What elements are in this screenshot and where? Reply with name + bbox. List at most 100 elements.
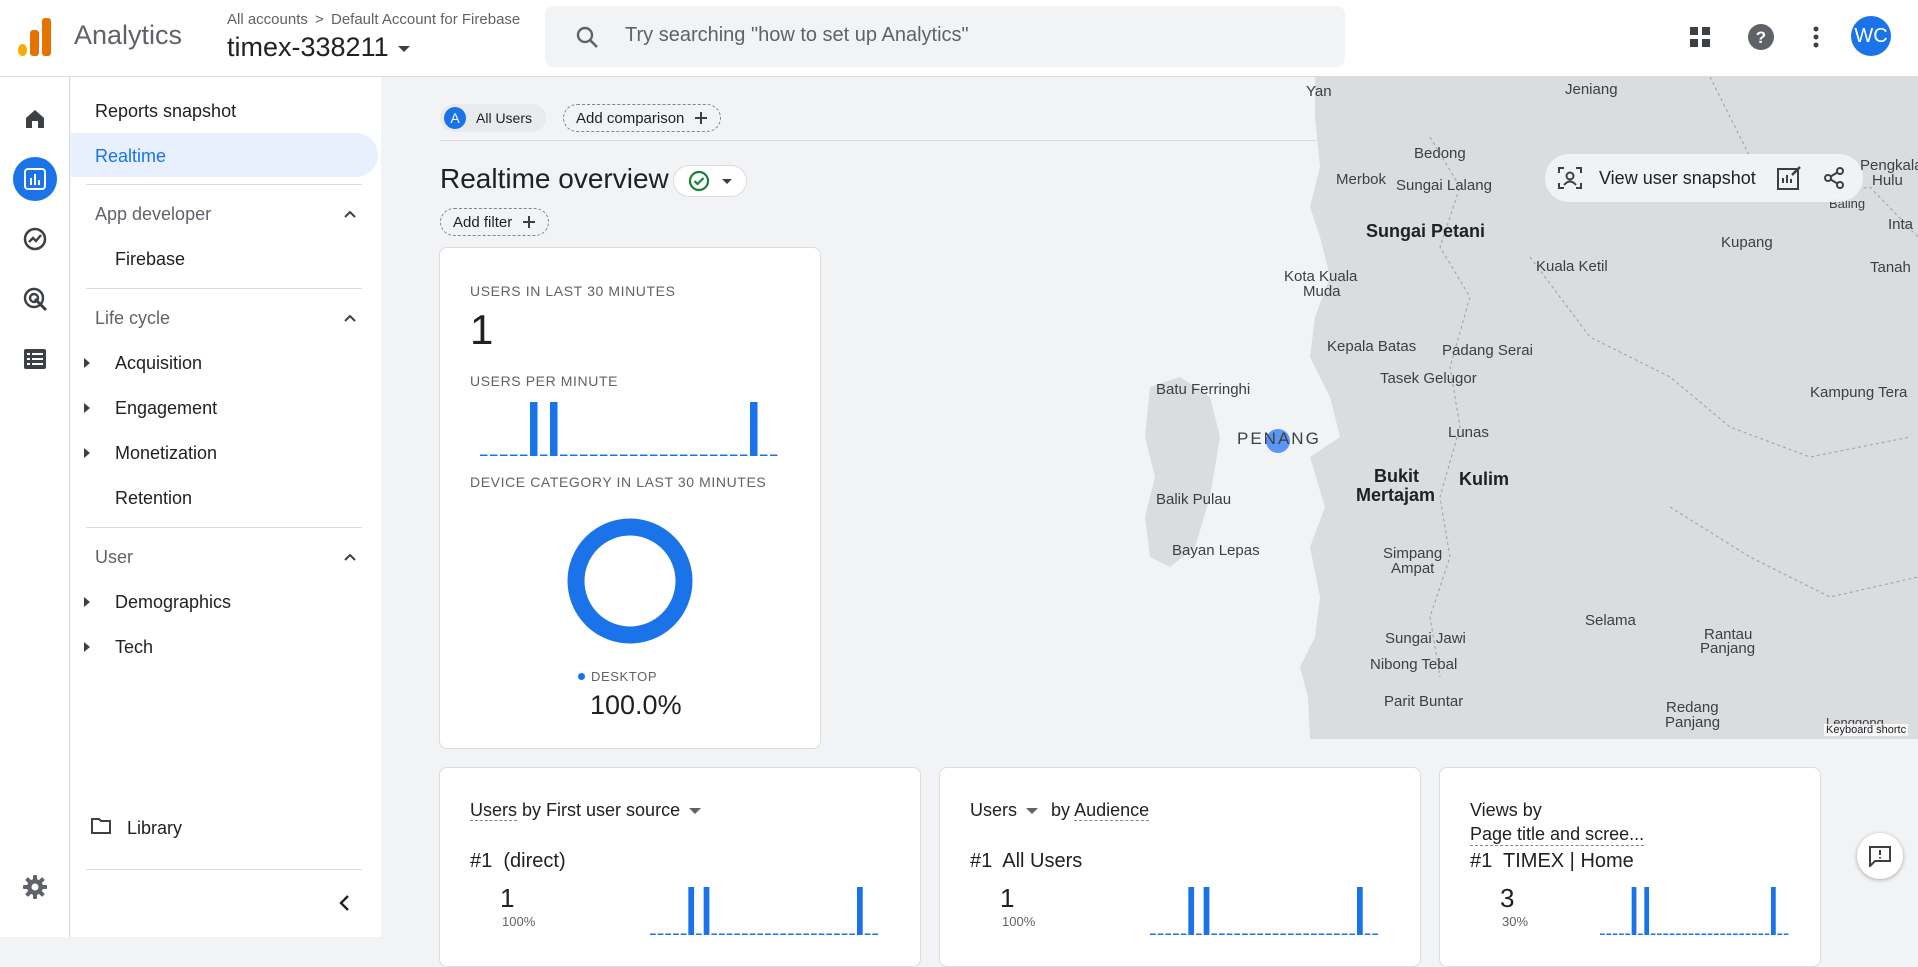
bar-minute-7[interactable] [540,454,548,457]
bar-minute-7[interactable] [696,933,702,936]
bar-minute-25[interactable] [834,933,840,936]
bar-minute-20[interactable] [795,933,802,936]
caret-down-icon[interactable] [689,808,702,815]
bar-minute-24[interactable] [826,933,833,936]
bar-minute-8[interactable] [1203,887,1210,935]
search-bar[interactable]: Try searching "how to set up Analytics" [545,6,1345,67]
nav-section-app-developer[interactable]: App developer [95,204,211,225]
nav-engagement[interactable]: Engagement [115,398,217,419]
user-snapshot-icon[interactable] [1557,166,1583,190]
bar-minute-28[interactable] [750,402,758,456]
bar-minute-16[interactable] [630,454,638,457]
bar-minute-7[interactable] [1638,933,1643,936]
bar-minute-11[interactable] [580,454,588,457]
expand-arrow-icon[interactable] [84,448,90,458]
bar-minute-30[interactable] [770,454,778,457]
metric-selector[interactable]: Users [970,800,1017,820]
nav-acquisition[interactable]: Acquisition [115,353,202,374]
bar-minute-29[interactable] [760,454,768,457]
bar-minute-4[interactable] [673,933,679,936]
bar-minute-2[interactable] [1606,933,1612,936]
dimension-selector[interactable]: by First user source [522,800,680,820]
caret-down-icon[interactable] [1026,808,1039,815]
bar-minute-14[interactable] [749,933,756,936]
bar-minute-18[interactable] [1280,933,1287,936]
add-comparison-button[interactable]: Add comparison [563,104,722,132]
keyboard-shortcuts-link[interactable]: Keyboard shortc [1824,724,1909,736]
chevron-up-icon[interactable] [342,549,358,565]
advertising-icon[interactable] [15,279,55,319]
bar-minute-28[interactable] [857,887,863,935]
bar-minute-9[interactable] [560,454,568,457]
nav-reports-snapshot[interactable]: Reports snapshot [95,101,236,122]
nav-library[interactable]: Library [127,818,182,839]
device-donut-chart[interactable] [565,516,695,646]
bar-minute-13[interactable] [742,933,748,936]
bar-minute-15[interactable] [757,933,764,936]
bar-minute-10[interactable] [1219,933,1225,936]
bar-minute-24[interactable] [710,454,718,457]
bar-minute-15[interactable] [1257,933,1264,936]
bar-minute-22[interactable] [1311,933,1317,936]
bar-minute-27[interactable] [1349,933,1356,936]
feedback-button[interactable] [1857,833,1903,879]
bar-minute-30[interactable] [1372,933,1379,936]
nav-tech[interactable]: Tech [115,637,153,658]
bar-minute-11[interactable] [1663,933,1669,936]
bar-minute-25[interactable] [1334,933,1340,936]
nav-monetization[interactable]: Monetization [115,443,217,464]
mini-bar-chart[interactable] [1600,885,1790,937]
bar-minute-12[interactable] [1234,933,1241,936]
metric-selector[interactable]: Users [470,800,518,821]
avatar[interactable]: WC [1851,16,1891,56]
bar-minute-29[interactable] [1777,933,1783,936]
nav-section-user[interactable]: User [95,547,133,568]
bar-minute-3[interactable] [665,933,672,936]
bar-minute-21[interactable] [1726,933,1732,936]
bar-minute-3[interactable] [1612,933,1618,936]
bar-minute-22[interactable] [690,454,698,457]
card-title[interactable]: Users by First user source [470,800,702,821]
bar-minute-20[interactable] [670,454,678,457]
view-user-snapshot-button[interactable]: View user snapshot [1599,168,1756,189]
bar-minute-14[interactable] [1249,933,1256,936]
bar-minute-1[interactable] [1600,933,1605,936]
bar-minute-24[interactable] [1326,933,1333,936]
bar-minute-11[interactable] [726,933,733,936]
bar-minute-29[interactable] [864,933,871,936]
bar-minute-10[interactable] [570,454,578,457]
explore-icon[interactable] [15,219,55,259]
nav-firebase[interactable]: Firebase [115,249,185,270]
mini-bar-chart[interactable] [1150,885,1380,937]
bar-minute-11[interactable] [1226,933,1233,936]
bar-minute-2[interactable] [1157,933,1164,936]
chevron-up-icon[interactable] [342,310,358,326]
bar-minute-6[interactable] [1188,887,1195,935]
bar-minute-23[interactable] [818,933,825,936]
settings-gear-icon[interactable] [15,867,55,907]
bar-minute-17[interactable] [1701,933,1707,936]
bar-minute-24[interactable] [1745,933,1751,936]
more-vert-icon[interactable] [1796,17,1836,57]
bar-minute-28[interactable] [1357,887,1363,935]
data-quality-status-button[interactable] [673,165,747,197]
help-icon[interactable]: ? [1741,17,1781,57]
bar-minute-15[interactable] [620,454,628,457]
bar-minute-18[interactable] [650,454,658,457]
donut-segment-desktop[interactable] [567,518,693,644]
property-selector[interactable]: timex-338211 [227,32,411,63]
share-icon[interactable] [1822,166,1846,190]
bar-minute-25[interactable] [720,454,728,457]
bar-minute-26[interactable] [1341,933,1348,936]
bar-minute-14[interactable] [610,454,618,457]
bar-minute-19[interactable] [1288,933,1294,936]
bar-minute-6[interactable] [1631,887,1637,935]
bar-minute-19[interactable] [660,454,668,457]
bar-minute-27[interactable] [849,933,856,936]
analytics-logo-icon[interactable] [18,18,52,56]
apps-grid-icon[interactable] [1680,17,1720,57]
bar-minute-1[interactable] [650,933,656,936]
bar-minute-29[interactable] [1364,933,1371,936]
bar-minute-3[interactable] [1165,933,1172,936]
dimension-selector[interactable]: Audience [1074,800,1150,821]
